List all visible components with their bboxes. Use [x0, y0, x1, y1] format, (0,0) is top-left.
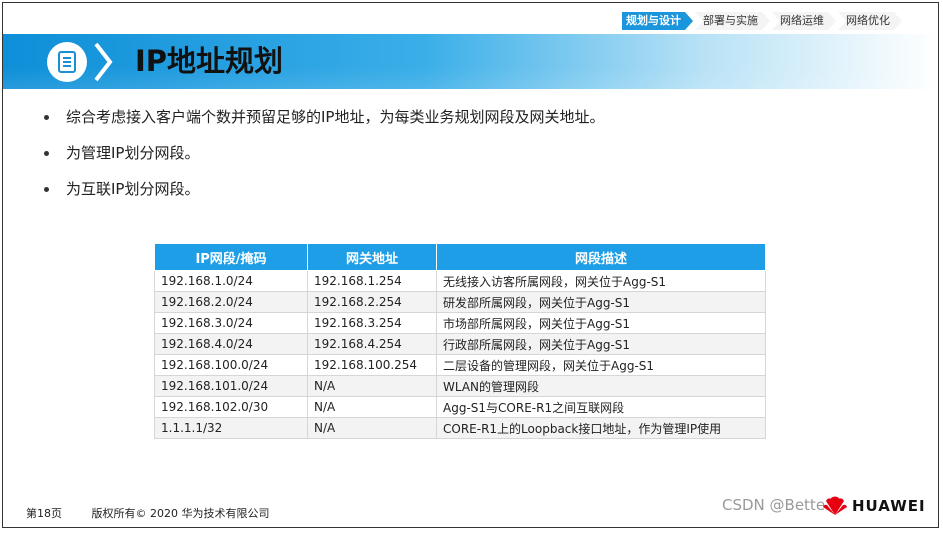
table-row: 192.168.4.0/24 192.168.4.254 行政部所属网段，网关位… — [154, 333, 766, 355]
bullet-item: 综合考虑接入客户端个数并预留足够的IP地址，为每类业务规划网段及网关地址。 — [40, 102, 604, 132]
page-number: 第18页 — [26, 507, 62, 520]
table-row: 192.168.101.0/24 N/A WLAN的管理网段 — [154, 375, 766, 397]
cell-ip: 192.168.1.0/24 — [154, 270, 308, 292]
cell-ip: 192.168.2.0/24 — [154, 291, 308, 313]
table-row: 192.168.102.0/30 N/A Agg-S1与CORE-R1之间互联网… — [154, 396, 766, 418]
table-row: 192.168.1.0/24 192.168.1.254 无线接入访客所属网段，… — [154, 270, 766, 292]
breadcrumb-item-plan[interactable]: 规划与设计 — [622, 12, 693, 30]
cell-gateway: 192.168.4.254 — [307, 333, 437, 355]
table-row: 1.1.1.1/32 N/A CORE-R1上的Loopback接口地址，作为管… — [154, 417, 766, 439]
cell-gateway: 192.168.2.254 — [307, 291, 437, 313]
footer: 第18页 版权所有© 2020 华为技术有限公司 — [26, 505, 296, 521]
huawei-logo-icon — [823, 496, 847, 515]
cell-ip: 192.168.101.0/24 — [154, 375, 308, 397]
cell-gateway: 192.168.3.254 — [307, 312, 437, 334]
cell-description: 研发部所属网段，网关位于Agg-S1 — [436, 291, 766, 313]
cell-description: 行政部所属网段，网关位于Agg-S1 — [436, 333, 766, 355]
ip-plan-table: IP网段/掩码 网关地址 网段描述 192.168.1.0/24 192.168… — [154, 243, 766, 439]
breadcrumb-item-ops[interactable]: 网络运维 — [772, 12, 836, 30]
table-row: 192.168.2.0/24 192.168.2.254 研发部所属网段，网关位… — [154, 291, 766, 313]
table-row: 192.168.100.0/24 192.168.100.254 二层设备的管理… — [154, 354, 766, 376]
cell-gateway: N/A — [307, 417, 437, 439]
cell-gateway: N/A — [307, 375, 437, 397]
header-gateway: 网关地址 — [307, 243, 437, 271]
breadcrumb: 规划与设计 部署与实施 网络运维 网络优化 — [622, 12, 904, 30]
brand-name: HUAWEI — [852, 497, 926, 515]
huawei-logo: HUAWEI — [822, 495, 926, 517]
cell-gateway: 192.168.100.254 — [307, 354, 437, 376]
cell-ip: 192.168.102.0/30 — [154, 396, 308, 418]
header-ip-segment: IP网段/掩码 — [154, 243, 308, 271]
cell-gateway: N/A — [307, 396, 437, 418]
cell-ip: 1.1.1.1/32 — [154, 417, 308, 439]
header-description: 网段描述 — [436, 243, 766, 271]
cell-ip: 192.168.4.0/24 — [154, 333, 308, 355]
document-icon — [47, 42, 87, 82]
cell-description: 市场部所属网段，网关位于Agg-S1 — [436, 312, 766, 334]
table-row: 192.168.3.0/24 192.168.3.254 市场部所属网段，网关位… — [154, 312, 766, 334]
bullet-item: 为互联IP划分网段。 — [40, 174, 604, 204]
cell-ip: 192.168.100.0/24 — [154, 354, 308, 376]
cell-description: CORE-R1上的Loopback接口地址，作为管理IP使用 — [436, 417, 766, 439]
table-header-row: IP网段/掩码 网关地址 网段描述 — [154, 243, 766, 271]
copyright-text: 版权所有© 2020 华为技术有限公司 — [91, 507, 270, 520]
cell-description: Agg-S1与CORE-R1之间互联网段 — [436, 396, 766, 418]
cell-gateway: 192.168.1.254 — [307, 270, 437, 292]
bullet-item: 为管理IP划分网段。 — [40, 138, 604, 168]
page-title: IP地址规划 — [135, 44, 284, 78]
cell-description: 无线接入访客所属网段，网关位于Agg-S1 — [436, 270, 766, 292]
cell-description: WLAN的管理网段 — [436, 375, 766, 397]
bullet-list: 综合考虑接入客户端个数并预留足够的IP地址，为每类业务规划网段及网关地址。 为管… — [40, 102, 604, 210]
watermark-text: CSDN @Bette — [722, 496, 826, 514]
chevron-right-icon — [94, 42, 113, 82]
cell-description: 二层设备的管理网段，网关位于Agg-S1 — [436, 354, 766, 376]
breadcrumb-item-optimize[interactable]: 网络优化 — [838, 12, 902, 30]
cell-ip: 192.168.3.0/24 — [154, 312, 308, 334]
breadcrumb-item-deploy[interactable]: 部署与实施 — [695, 12, 770, 30]
